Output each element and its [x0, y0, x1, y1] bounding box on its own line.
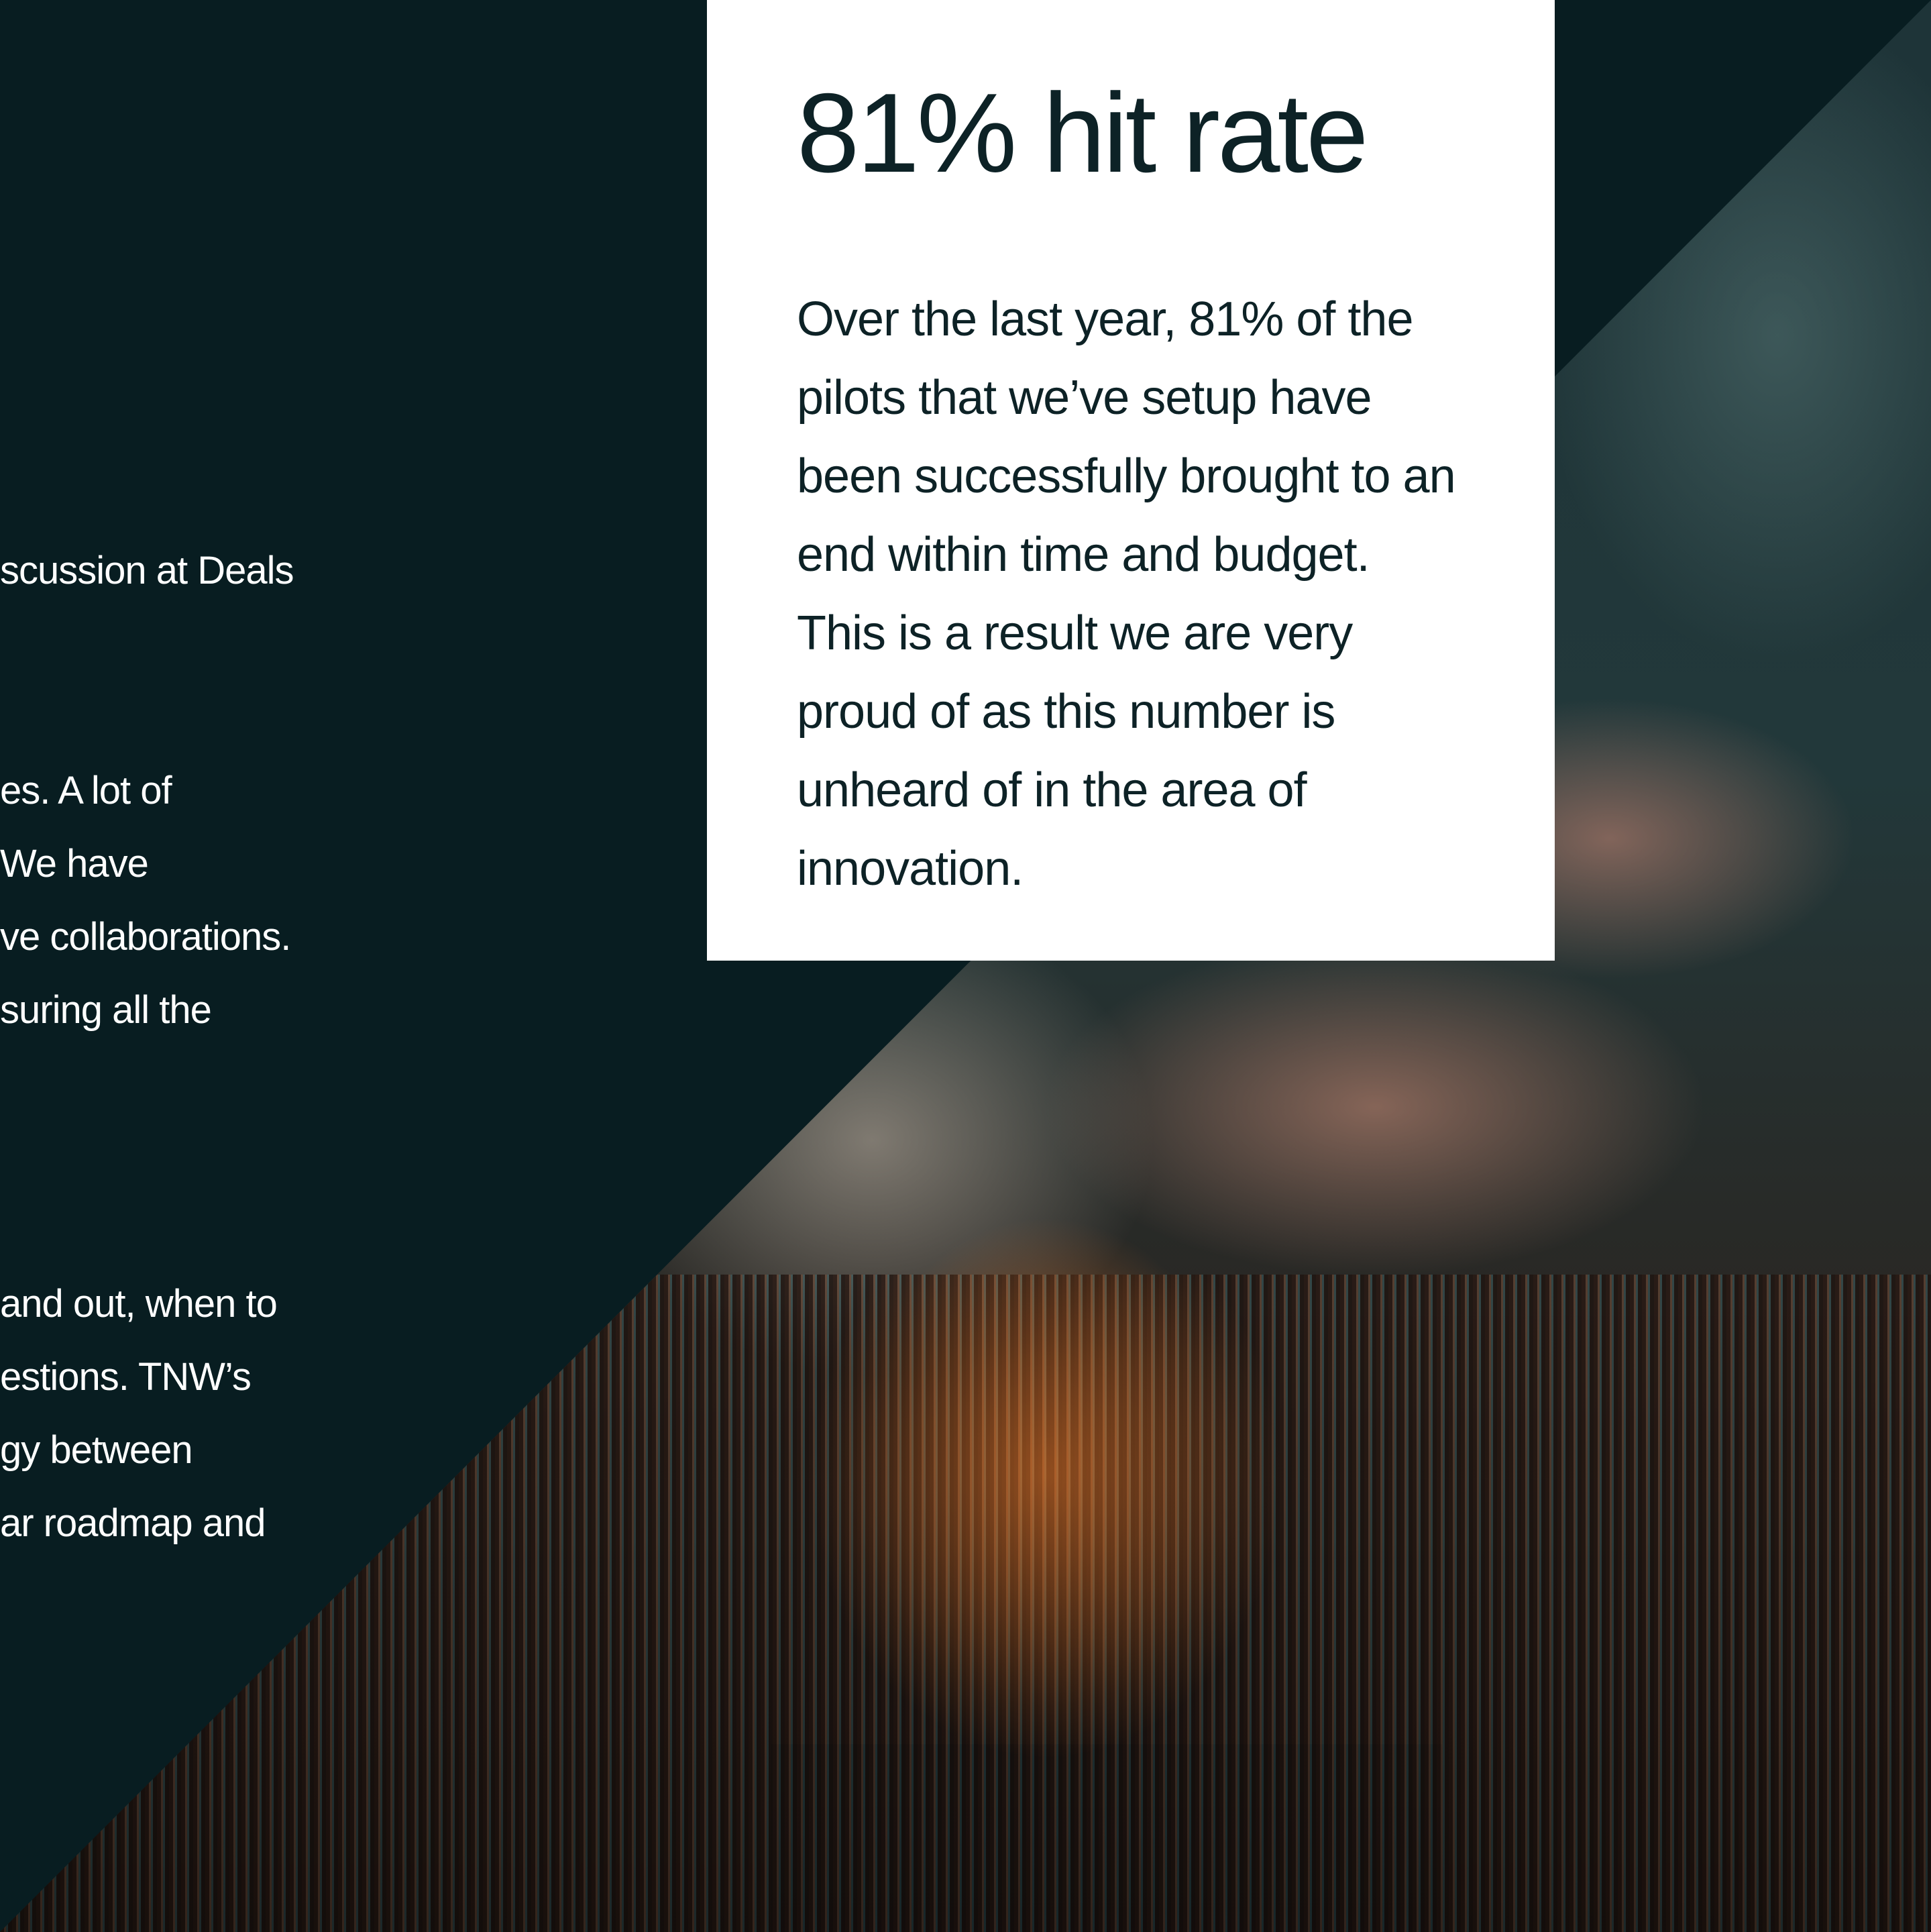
left-text-line: We have — [0, 842, 149, 885]
stat-description-line: been successfully brought to an — [797, 449, 1456, 503]
stat-card: 81% hit rate Over the last year, 81% of … — [707, 0, 1555, 961]
stat-description: Over the last year, 81% of the pilots th… — [797, 280, 1494, 908]
page-section: scussion at Deals es. A lot of We have v… — [0, 0, 1931, 1932]
stat-description-line: innovation. — [797, 842, 1024, 896]
left-text-line: es. A lot of — [0, 769, 172, 812]
left-text-line: gy between — [0, 1428, 193, 1472]
left-text-line: and out, when to — [0, 1282, 278, 1326]
left-text-line: scussion at Deals — [0, 549, 294, 592]
stat-title: 81% hit rate — [797, 70, 1369, 196]
left-text-line: ve collaborations. — [0, 915, 291, 959]
photo-overlay — [0, 1275, 1931, 1932]
stat-description-line: proud of as this number is — [797, 685, 1335, 739]
left-text-line: ar roadmap and — [0, 1501, 266, 1545]
left-text-line: suring all the — [0, 988, 212, 1032]
left-text-line: estions. TNW’s — [0, 1355, 252, 1399]
stat-description-line: Over the last year, 81% of the — [797, 292, 1414, 346]
stat-description-line: This is a result we are very — [797, 606, 1353, 660]
stat-description-line: unheard of in the area of — [797, 763, 1307, 817]
stat-description-line: pilots that we’ve setup have — [797, 371, 1372, 425]
stat-description-line: end within time and budget. — [797, 528, 1370, 582]
